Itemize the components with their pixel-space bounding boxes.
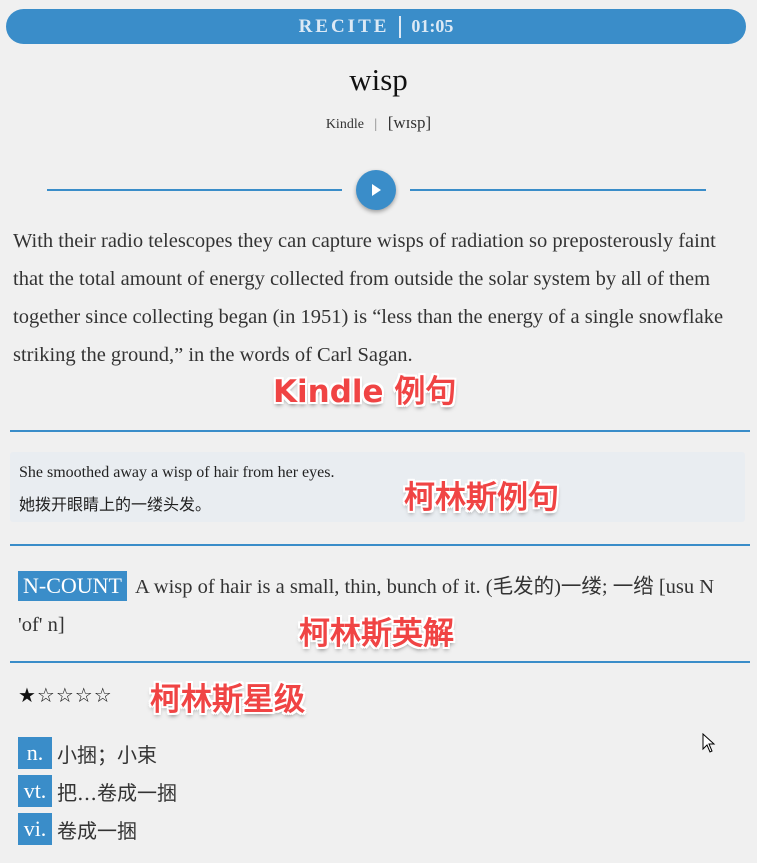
annotation-collins-example: 柯林斯例句 — [404, 480, 559, 516]
timer: 01:05 — [411, 16, 454, 36]
word-meta: Kindle | [wɪsp] — [0, 113, 757, 133]
section-divider — [10, 661, 750, 663]
kindle-example-sentence: With their radio telescopes they can cap… — [13, 230, 724, 366]
annotation-collins-stars: 柯林斯星级 — [150, 682, 305, 718]
play-audio-button[interactable] — [356, 170, 396, 210]
collins-example-zh: 她拨开眼睛上的一缕头发。 — [19, 495, 212, 514]
grammar-tag: N-COUNT — [18, 571, 127, 601]
definition-row: vi. 卷成一捆 — [18, 813, 137, 845]
mouse-cursor-icon — [702, 733, 716, 753]
pos-badge: vi. — [18, 813, 52, 845]
section-divider — [10, 430, 750, 432]
meta-separator: | — [374, 117, 378, 132]
definition-row: n. 小捆；小束 — [18, 737, 157, 769]
header-divider — [399, 15, 402, 38]
audio-rule-right — [410, 189, 706, 191]
source-label: Kindle — [325, 117, 364, 132]
definition-meaning: 把…卷成一捆 — [57, 780, 177, 805]
section-divider — [10, 544, 750, 546]
collins-star-rating: ★☆☆☆☆ — [18, 683, 113, 707]
collins-example-box: She smoothed away a wisp of hair from he… — [10, 452, 745, 522]
play-icon — [372, 184, 381, 196]
pos-badge: vt. — [18, 775, 52, 807]
phonetic: [wɪsp] — [387, 113, 432, 132]
headword: wisp — [349, 62, 408, 97]
definition-meaning: 小捆；小束 — [57, 742, 157, 767]
annotation-kindle-example: Kindle 例句 — [273, 374, 457, 410]
definition-meaning: 卷成一捆 — [57, 818, 137, 843]
pos-badge: n. — [18, 737, 52, 769]
collins-example-en: She smoothed away a wisp of hair from he… — [19, 464, 335, 481]
definition-row: vt. 把…卷成一捆 — [18, 775, 177, 807]
mode-label: RECITE — [298, 15, 390, 37]
audio-rule-left — [47, 189, 342, 191]
annotation-collins-definition: 柯林斯英解 — [299, 616, 454, 652]
recite-header-bar: RECITE 01:05 — [6, 9, 746, 44]
